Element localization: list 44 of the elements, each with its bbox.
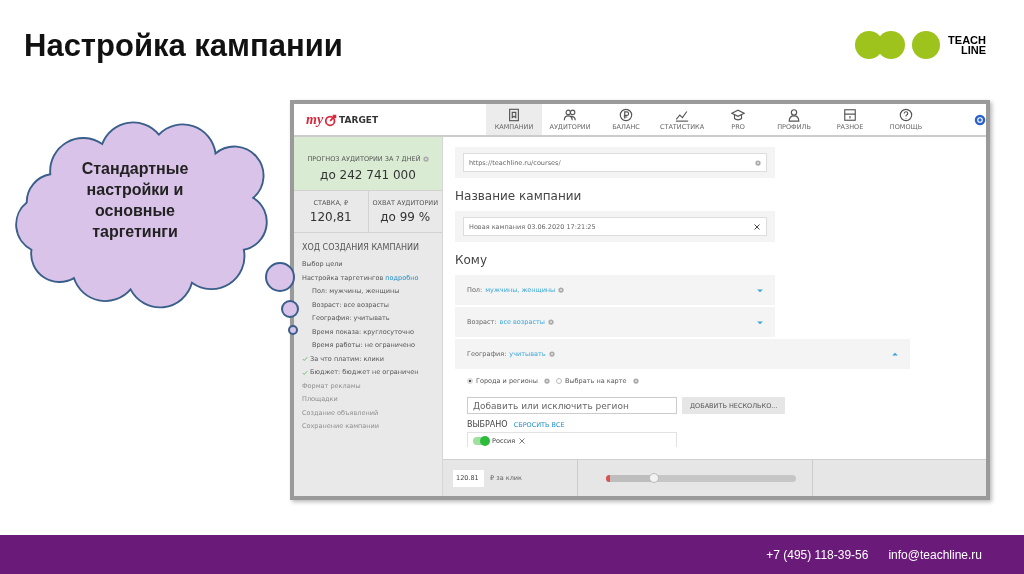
progress-title: ХОД СОЗДАНИЯ КАМПАНИИ xyxy=(302,243,420,252)
avatar-icon[interactable] xyxy=(974,113,986,126)
caret-icon xyxy=(757,287,763,293)
stat-value: до 99 % xyxy=(379,210,432,224)
logo-text: TEACH xyxy=(948,35,986,45)
info-icon[interactable] xyxy=(548,351,555,357)
line-chart-icon xyxy=(675,108,689,122)
thought-bubble xyxy=(281,300,299,318)
info-icon[interactable] xyxy=(558,287,565,293)
square-icon xyxy=(843,108,857,122)
logo-text: LINE xyxy=(960,45,986,55)
region-input[interactable]: Добавить или исключить регион xyxy=(467,397,677,414)
thought-bubble xyxy=(288,325,298,335)
slider-track[interactable] xyxy=(606,474,796,482)
close-icon[interactable] xyxy=(753,222,761,231)
info-icon[interactable] xyxy=(422,156,429,162)
callout-text: Стандартные настройки и основные таргетинги xyxy=(80,159,190,242)
help-icon xyxy=(899,108,913,122)
info-icon[interactable] xyxy=(755,159,761,166)
thought-bubble xyxy=(265,262,295,292)
email-address: info@teachline.ru xyxy=(888,547,982,562)
caret-icon xyxy=(757,319,763,325)
section-heading: Кому xyxy=(455,253,488,267)
stat-value: 120,81 xyxy=(308,210,353,224)
slide-title: Настройка кампании xyxy=(24,28,343,64)
document-icon xyxy=(507,108,521,122)
person-icon xyxy=(787,108,801,122)
phone-number: +7 (495) 118-39-56 xyxy=(766,547,869,562)
dots-logo-icon xyxy=(854,30,943,60)
brand-logo-text: TARGET xyxy=(339,114,379,125)
close-icon[interactable] xyxy=(518,437,527,445)
info-icon[interactable] xyxy=(544,378,550,384)
slider-thumb[interactable] xyxy=(648,472,659,483)
graduation-cap-icon xyxy=(731,108,745,122)
selected-heading: ВЫБРАНО xyxy=(467,420,508,429)
brand-logo-script: my xyxy=(306,111,324,128)
toggle-switch[interactable] xyxy=(473,437,489,445)
caret-icon xyxy=(892,351,898,357)
info-icon[interactable] xyxy=(632,378,639,384)
forecast-value: до 242 741 000 xyxy=(319,168,417,182)
people-icon xyxy=(563,108,577,122)
section-heading: Название кампании xyxy=(455,189,583,203)
info-icon[interactable] xyxy=(547,319,554,325)
ruble-coin-icon xyxy=(619,108,633,122)
